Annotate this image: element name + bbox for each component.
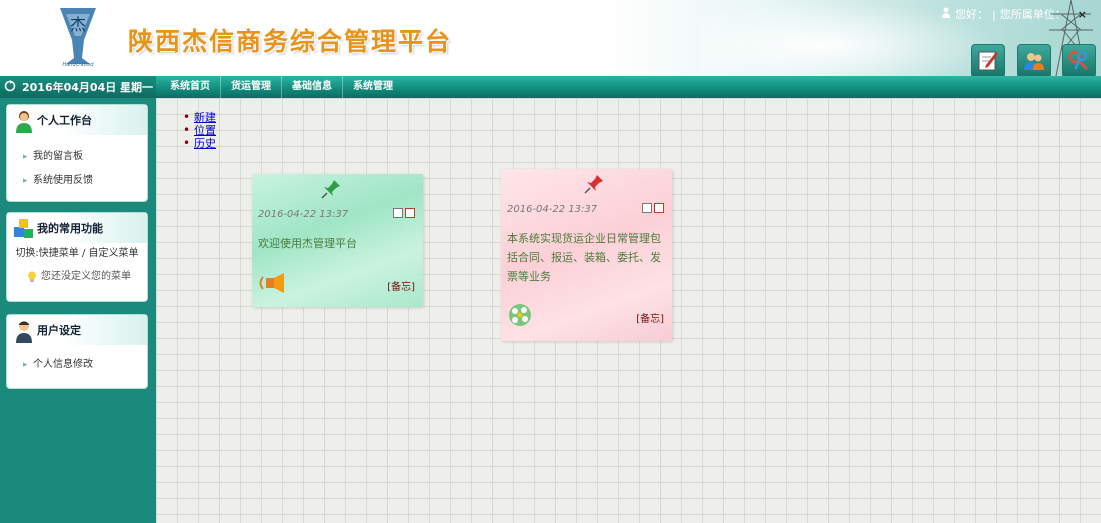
- flower-icon: [509, 304, 531, 326]
- edit-note-icon[interactable]: [642, 203, 652, 213]
- app-header: 杰 Handcrafted 陕西杰信商务综合管理平台 您好： | 您所属单位： …: [0, 0, 1101, 76]
- app-title: 陕西杰信商务综合管理平台: [128, 27, 453, 56]
- link-new[interactable]: 新建: [194, 111, 216, 124]
- list-item: 历史: [183, 137, 216, 150]
- current-date: 2016年04月04日 星期一: [22, 81, 154, 94]
- users-button[interactable]: [1017, 44, 1051, 76]
- list-item: 新建: [183, 111, 216, 124]
- menu-switch[interactable]: 切换:快捷菜单 / 自定义菜单: [7, 243, 147, 265]
- panel-user-settings: 用户设定 个人信息修改: [6, 314, 148, 389]
- delete-note-icon[interactable]: [405, 208, 415, 218]
- delete-note-icon[interactable]: [654, 203, 664, 213]
- action-links: 新建 位置 历史: [183, 111, 216, 150]
- sidebar-item-profile-edit[interactable]: 个人信息修改: [7, 353, 147, 377]
- edit-note-icon[interactable]: [393, 208, 403, 218]
- cubes-icon: [14, 219, 33, 238]
- sidebar-item-message-board[interactable]: 我的留言板: [7, 145, 147, 169]
- note-tag[interactable]: [备忘]: [636, 310, 664, 325]
- link-history[interactable]: 历史: [194, 137, 216, 150]
- pushpin-icon: [584, 175, 603, 194]
- panel-common-functions: 我的常用功能 切换:快捷菜单 / 自定义菜单 您还没定义您的菜单: [6, 212, 148, 302]
- lightbulb-icon: [28, 271, 36, 282]
- keys-icon: [1068, 50, 1088, 70]
- logo: 杰 Handcrafted: [60, 8, 96, 68]
- panel-title: 个人工作台: [7, 105, 147, 135]
- edit-button[interactable]: [971, 44, 1005, 76]
- user-icon: [941, 7, 951, 21]
- user-settings-icon: [16, 321, 32, 343]
- note-text: 本系统实现货运企业日常管理包括合同、报运、装箱、委托、发票等业务: [507, 232, 661, 283]
- main-nav: 系统首页 货运管理 基础信息 系统管理: [160, 76, 403, 98]
- memo-note[interactable]: 2016-04-22 13:37 本系统实现货运企业日常管理包括合同、报运、装箱…: [501, 169, 672, 341]
- panel-workbench: 个人工作台 我的留言板 系统使用反馈: [6, 104, 148, 202]
- note-text: 欢迎使用杰管理平台: [258, 237, 357, 250]
- date-bar: 2016年04月04日 星期一: [0, 76, 156, 98]
- tab-home[interactable]: 系统首页: [160, 76, 221, 98]
- sidebar: 个人工作台 我的留言板 系统使用反馈 我的常用功能 切换:快捷菜单 / 自定义菜…: [0, 98, 156, 523]
- users-icon: [1024, 53, 1044, 70]
- tab-system[interactable]: 系统管理: [343, 76, 403, 98]
- sidebar-item-feedback[interactable]: 系统使用反馈: [7, 169, 147, 193]
- link-position[interactable]: 位置: [194, 124, 216, 137]
- tab-basic-info[interactable]: 基础信息: [282, 76, 343, 98]
- pushpin-icon: [321, 180, 340, 199]
- list-item: 位置: [183, 124, 216, 137]
- note-date: 2016-04-22 13:37: [258, 209, 349, 220]
- svg-text:Handcrafted: Handcrafted: [62, 62, 94, 68]
- note-actions: [393, 208, 415, 218]
- person-icon: [16, 111, 32, 133]
- note-date: 2016-04-22 13:37: [507, 204, 598, 215]
- keys-button[interactable]: [1062, 44, 1096, 76]
- edit-icon: [978, 51, 998, 71]
- note-actions: [642, 203, 664, 213]
- note-tag[interactable]: [备忘]: [387, 278, 415, 293]
- menu-hint: 您还没定义您的菜单: [7, 265, 147, 289]
- svg-text:杰: 杰: [70, 15, 86, 34]
- main-content: 新建 位置 历史 2016-04-22 13:37 欢迎使用杰管理平台 [备忘]…: [156, 98, 1101, 523]
- tab-freight[interactable]: 货运管理: [221, 76, 282, 98]
- panel-title: 用户设定: [7, 315, 147, 345]
- divider: |: [992, 7, 996, 21]
- panel-title: 我的常用功能: [7, 213, 147, 243]
- speaker-icon: [259, 273, 284, 293]
- refresh-icon[interactable]: [4, 79, 16, 95]
- greeting-label: 您好：: [955, 8, 989, 21]
- memo-note[interactable]: 2016-04-22 13:37 欢迎使用杰管理平台 [备忘]: [252, 174, 423, 307]
